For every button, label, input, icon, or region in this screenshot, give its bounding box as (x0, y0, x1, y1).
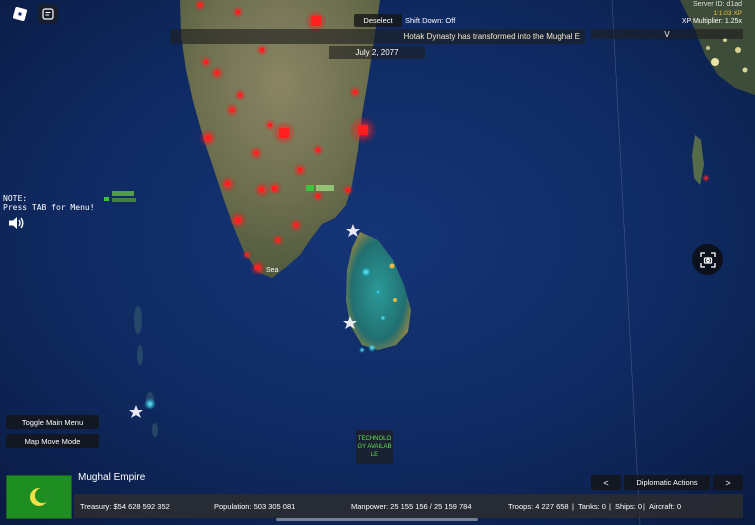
country-flag (6, 475, 72, 519)
technology-available-button[interactable]: TECHNOLOGY AVAILABLE (356, 430, 393, 464)
xp-counter: 1:1:03 XP (713, 10, 742, 17)
toggle-main-menu-button[interactable]: Toggle Main Menu (6, 415, 99, 429)
tab-menu-note: NOTE: Press TAB for Menu! (3, 194, 95, 212)
server-id: Server ID: d1ad (692, 1, 742, 8)
deselect-button[interactable]: Deselect (354, 14, 402, 27)
speaker-icon[interactable] (7, 215, 25, 231)
camera-capture-icon[interactable] (692, 244, 723, 275)
next-button[interactable]: > (713, 475, 743, 490)
population-stat: Population: 503 305 081 (214, 502, 296, 511)
shift-down-status: Shift Down: Off (405, 16, 456, 25)
country-stats-bar: Treasury: $54 628 592 352 Population: 50… (74, 494, 743, 518)
crescent-moon-icon (30, 487, 51, 506)
roblox-logo-icon[interactable] (12, 6, 28, 22)
sea-label: Sea (266, 267, 279, 274)
bottom-scrollbar[interactable] (276, 518, 478, 521)
tanks-stat: Tanks: 0 (578, 502, 606, 511)
previous-button[interactable]: < (591, 475, 621, 490)
stat-separator: | (572, 502, 574, 511)
ships-stat: Ships: 0 (615, 502, 643, 511)
xp-multiplier: XP Multiplier: 1.25x (681, 18, 742, 25)
chat-icon[interactable] (38, 4, 58, 24)
notification-text: Hotak Dynasty has transformed into the M… (403, 32, 580, 41)
aircraft-stat: Aircraft: 0 (649, 502, 682, 511)
treasury-stat: Treasury: $54 628 592 352 (80, 502, 170, 511)
game-date: July 2, 2077 (329, 46, 425, 59)
stat-separator: | (643, 502, 645, 511)
event-notification: Hotak Dynasty has transformed into the M… (170, 29, 585, 44)
country-name: Mughal Empire (78, 472, 146, 483)
stat-separator: | (609, 502, 611, 511)
troops-stat: Troops: 4 227 658 (508, 502, 569, 511)
manpower-stat: Manpower: 25 155 156 / 25 159 784 (351, 502, 472, 511)
diplomatic-actions-button[interactable]: Diplomatic Actions (624, 475, 710, 490)
v-panel-toggle[interactable]: V (591, 29, 743, 39)
map-move-mode-button[interactable]: Map Move Mode (6, 434, 99, 448)
